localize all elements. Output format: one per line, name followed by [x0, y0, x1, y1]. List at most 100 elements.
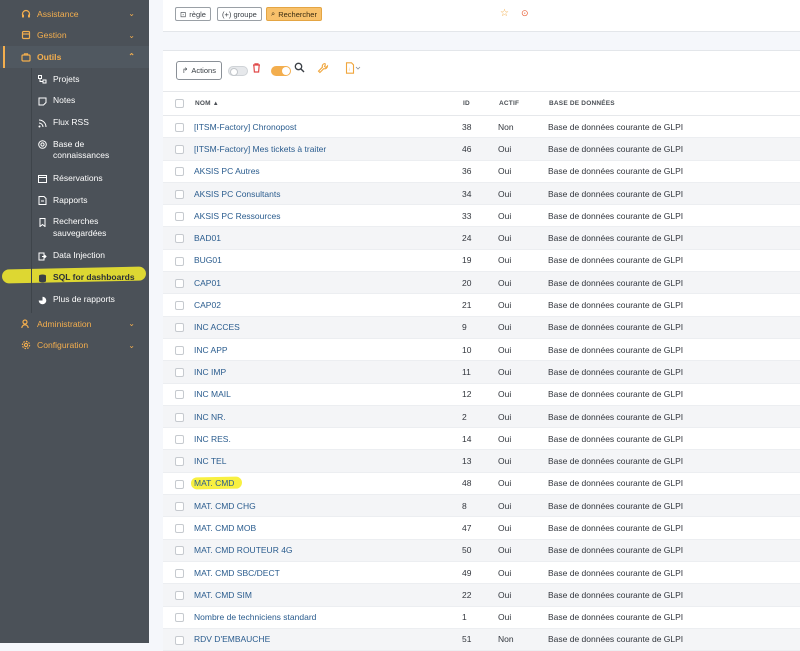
sidebar-item-projets[interactable]: Projets — [0, 69, 149, 91]
wrench-icon[interactable] — [317, 62, 329, 78]
item-name-link[interactable]: Nombre de techniciens standard — [194, 612, 316, 622]
item-name-link[interactable]: INC TEL — [194, 456, 226, 466]
item-name-link[interactable]: INC MAIL — [194, 389, 231, 399]
table-row[interactable]: BUG01 19 Oui Base de données courante de GL… — [163, 249, 800, 273]
table-row[interactable]: AKSIS PC Autres 36 Oui Base de données cour… — [163, 160, 800, 183]
star-icon[interactable]: ☆ — [500, 8, 509, 19]
reset-icon[interactable]: ⊙ — [521, 8, 529, 19]
table-row[interactable]: MAT. CMD ROUTEUR 4G 50 Oui Base de données … — [163, 539, 800, 562]
table-row[interactable]: [ITSM-Factory] Mes tickets à traiter 46 Ou… — [163, 137, 800, 161]
item-name-link[interactable]: AKSIS PC Consultants — [194, 189, 280, 199]
nav-administration[interactable]: Administration ⌄ — [0, 313, 149, 335]
select-all-checkbox[interactable] — [175, 99, 184, 108]
row-checkbox[interactable] — [175, 211, 184, 221]
row-checkbox[interactable] — [175, 234, 184, 244]
item-name-link[interactable]: INC IMP — [194, 367, 226, 377]
row-checkbox[interactable] — [175, 546, 184, 556]
row-checkbox[interactable] — [175, 412, 184, 422]
table-row[interactable]: INC ACCES 9 Oui Base de données courante de… — [163, 316, 800, 339]
sidebar-item-sql-dashboards[interactable]: SQL for dashboards — [0, 267, 149, 289]
column-header-database[interactable]: BASE DE DONNÉES — [548, 91, 800, 116]
row-checkbox[interactable] — [175, 145, 184, 155]
row-checkbox[interactable] — [175, 167, 184, 177]
row-checkbox[interactable] — [175, 591, 184, 600]
deleted-toggle[interactable] — [228, 66, 248, 76]
item-name-link[interactable]: INC ACCES — [194, 322, 240, 332]
row-checkbox[interactable] — [175, 613, 184, 623]
row-checkbox[interactable] — [175, 278, 184, 288]
sidebar-item-rss[interactable]: Flux RSS — [0, 112, 149, 134]
table-row[interactable]: INC TEL 13 Oui Base de données courante de … — [163, 449, 800, 473]
nav-gestion[interactable]: Gestion ⌄ — [0, 25, 149, 47]
item-name-link[interactable]: MAT. CMD CHG — [194, 501, 256, 511]
item-name-link[interactable]: CAP01 — [194, 278, 221, 288]
search-icon[interactable] — [294, 62, 305, 77]
row-checkbox[interactable] — [175, 189, 184, 199]
row-checkbox[interactable] — [175, 390, 184, 400]
item-name-link[interactable]: AKSIS PC Autres — [194, 166, 260, 176]
column-header-id[interactable]: ID — [462, 91, 498, 116]
trash-icon[interactable] — [251, 62, 262, 77]
table-row[interactable]: INC NR. 2 Oui Base de données courante de G… — [163, 405, 800, 429]
item-name-link[interactable]: [ITSM-Factory] Mes tickets à traiter — [194, 144, 326, 154]
table-row[interactable]: BAD01 24 Oui Base de données courante de GL… — [163, 226, 800, 250]
table-row[interactable]: MAT. CMD SBC/DECT 49 Oui Base de données co… — [163, 561, 800, 585]
nav-assistance[interactable]: Assistance ⌄ — [0, 3, 149, 25]
item-name-link[interactable]: MAT. CMD MOB — [194, 523, 256, 533]
sidebar-item-notes[interactable]: Notes — [0, 90, 149, 112]
table-row[interactable]: Nombre de techniciens standard 1 Oui Base d… — [163, 606, 800, 629]
row-checkbox[interactable] — [175, 524, 184, 534]
row-checkbox[interactable] — [175, 635, 184, 645]
item-name-link[interactable]: INC NR. — [194, 412, 226, 422]
column-header-active[interactable]: ACTIF — [498, 91, 548, 116]
row-checkbox[interactable] — [175, 256, 184, 266]
sidebar-item-more-reports[interactable]: Plus de rapports — [0, 289, 149, 311]
table-row[interactable]: MAT. CMD 48 Oui Base de données courante de… — [163, 472, 800, 496]
export-icon[interactable]: ↓ — [345, 62, 361, 78]
table-row[interactable]: CAP02 21 Oui Base de données courante de GL… — [163, 293, 800, 317]
row-checkbox[interactable] — [175, 434, 184, 444]
item-name-link[interactable]: MAT. CMD — [194, 478, 234, 488]
table-row[interactable]: CAP01 20 Oui Base de données courante de GL… — [163, 271, 800, 295]
nav-outils[interactable]: Outils ⌃ — [0, 46, 149, 68]
table-row[interactable]: INC IMP 11 Oui Base de données courante de … — [163, 360, 800, 384]
item-name-link[interactable]: BAD01 — [194, 233, 221, 243]
item-name-link[interactable]: [ITSM-Factory] Chronopost — [194, 122, 297, 132]
sidebar-item-reservations[interactable]: Réservations — [0, 168, 149, 190]
add-rule-button[interactable]: ⊡ règle — [175, 7, 211, 21]
table-row[interactable]: INC RES. 14 Oui Base de données courante de… — [163, 427, 800, 451]
row-checkbox[interactable] — [175, 457, 184, 467]
table-row[interactable]: INC MAIL 12 Oui Base de données courante de… — [163, 383, 800, 406]
add-group-button[interactable]: (+) groupe — [217, 7, 262, 21]
sidebar-item-saved-searches[interactable]: Recherches sauvegardées — [0, 211, 149, 245]
row-checkbox[interactable] — [175, 323, 184, 333]
item-name-link[interactable]: MAT. CMD SIM — [194, 590, 252, 600]
item-name-link[interactable]: INC RES. — [194, 434, 231, 444]
table-row[interactable]: MAT. CMD SIM 22 Oui Base de données courant… — [163, 583, 800, 607]
table-row[interactable]: MAT. CMD MOB 47 Oui Base de données courant… — [163, 516, 800, 540]
row-checkbox[interactable] — [175, 368, 184, 378]
row-checkbox[interactable] — [175, 501, 184, 511]
row-checkbox[interactable] — [175, 345, 184, 355]
row-checkbox[interactable] — [175, 479, 184, 489]
item-name-link[interactable]: MAT. CMD ROUTEUR 4G — [194, 545, 293, 555]
table-row[interactable]: MAT. CMD CHG 8 Oui Base de données courante… — [163, 494, 800, 518]
table-row[interactable]: AKSIS PC Ressources 33 Oui Base de données … — [163, 204, 800, 228]
display-toggle[interactable] — [271, 66, 291, 76]
sidebar-item-data-injection[interactable]: Data Injection — [0, 245, 149, 267]
nav-configuration[interactable]: Configuration ⌄ — [0, 334, 149, 356]
column-header-name[interactable]: NOM ▲ — [194, 91, 462, 116]
item-name-link[interactable]: INC APP — [194, 345, 228, 355]
sidebar-item-rapports[interactable]: Rapports — [0, 190, 149, 212]
item-name-link[interactable]: BUG01 — [194, 255, 222, 265]
table-row[interactable]: [ITSM-Factory] Chronopost 38 Non Base de do… — [163, 115, 800, 139]
sidebar-item-knowledge-base[interactable]: Base de connaissances — [0, 134, 149, 168]
search-button[interactable]: ⌕ Rechercher — [266, 7, 322, 21]
table-row[interactable]: RDV D'EMBAUCHE 51 Non Base de données coura… — [163, 628, 800, 651]
item-name-link[interactable]: MAT. CMD SBC/DECT — [194, 568, 280, 578]
item-name-link[interactable]: CAP02 — [194, 300, 221, 310]
row-checkbox[interactable] — [175, 301, 184, 311]
table-row[interactable]: INC APP 10 Oui Base de données courante de … — [163, 338, 800, 362]
row-checkbox[interactable] — [175, 122, 184, 132]
row-checkbox[interactable] — [175, 568, 184, 578]
